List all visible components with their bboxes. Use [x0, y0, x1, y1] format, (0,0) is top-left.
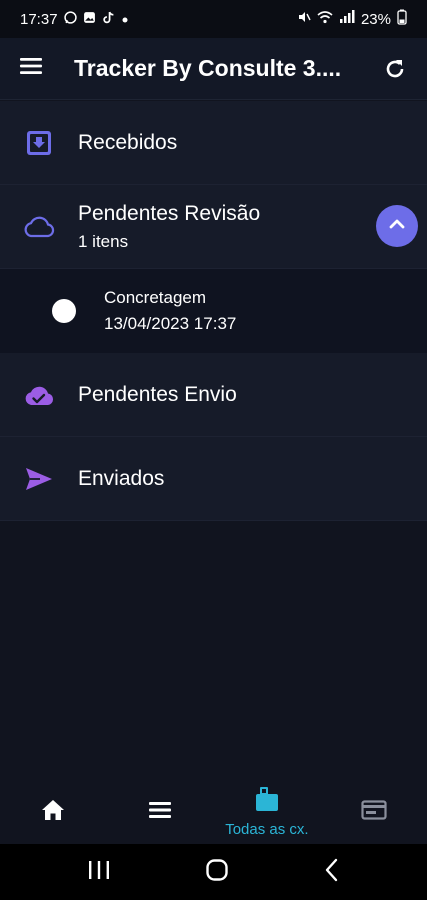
list-item-pending-send[interactable]: Pendentes Envio — [0, 353, 427, 437]
system-nav-bar — [0, 844, 427, 900]
status-battery-text: 23% — [360, 10, 391, 28]
nav-all-boxes-label: Todas as cx. — [225, 821, 309, 838]
list-item-sent[interactable]: Enviados — [0, 437, 427, 521]
nav-home[interactable] — [0, 780, 107, 844]
list-item-concretagem[interactable]: Concretagem 13/04/2023 17:37 — [0, 269, 427, 353]
list-icon — [148, 800, 172, 825]
cloud-icon — [0, 215, 78, 239]
hamburger-menu-icon[interactable] — [18, 55, 44, 82]
chevron-up-icon — [389, 217, 405, 235]
whatsapp-icon — [63, 10, 77, 28]
gallery-icon — [83, 11, 96, 28]
mailbox-icon — [253, 786, 281, 817]
status-time: 17:37 — [20, 10, 58, 28]
concretagem-texts: Concretagem 13/04/2023 17:37 — [104, 285, 236, 337]
card-icon — [361, 799, 387, 825]
app-bar: Tracker By Consulte 3.... — [0, 38, 427, 100]
refresh-icon[interactable] — [381, 55, 409, 83]
recent-apps-icon[interactable] — [87, 859, 111, 886]
bottom-nav: Todas as cx. — [0, 780, 427, 844]
list-item-pending-review[interactable]: Pendentes Revisão 1 itens — [0, 185, 427, 269]
pending-send-label: Pendentes Envio — [78, 382, 237, 406]
nav-all-boxes[interactable]: Todas as cx. — [214, 780, 321, 844]
sent-label: Enviados — [78, 466, 165, 490]
status-bar: 17:37 23% — [0, 0, 427, 38]
send-icon — [0, 466, 78, 492]
home-icon — [41, 799, 65, 826]
inbox-download-icon — [0, 129, 78, 157]
nav-card[interactable] — [320, 780, 427, 844]
mailbox-list: Recebidos Pendentes Revisão 1 itens Conc… — [0, 101, 427, 521]
battery-icon — [397, 9, 407, 29]
mute-icon — [297, 10, 311, 28]
nav-list[interactable] — [107, 780, 214, 844]
concretagem-name: Concretagem — [104, 288, 207, 307]
collapse-button[interactable] — [376, 205, 418, 247]
list-item-received[interactable]: Recebidos — [0, 101, 427, 185]
wifi-icon — [317, 10, 333, 28]
cloud-check-icon — [0, 383, 78, 407]
app-title: Tracker By Consulte 3.... — [74, 55, 342, 81]
notification-dot-icon — [121, 11, 129, 28]
signal-icon — [339, 10, 355, 28]
tiktok-icon — [102, 11, 115, 28]
pending-review-count: 1 itens — [78, 231, 129, 251]
received-label: Recebidos — [78, 130, 178, 154]
radio-dot-icon — [52, 299, 76, 323]
pending-review-texts: Pendentes Revisão 1 itens — [78, 202, 260, 252]
back-icon[interactable] — [324, 858, 340, 887]
home-button-icon[interactable] — [205, 858, 229, 887]
pending-review-label: Pendentes Revisão — [78, 201, 261, 225]
concretagem-datetime: 13/04/2023 17:37 — [104, 314, 237, 333]
